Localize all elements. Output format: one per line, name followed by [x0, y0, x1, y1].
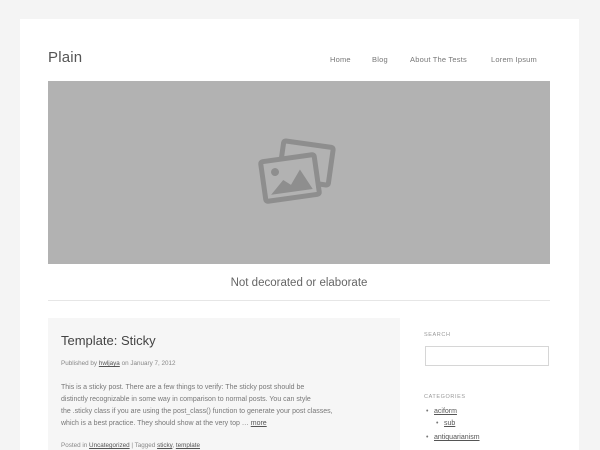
- excerpt-line: which is a best practice. They should sh…: [61, 420, 249, 427]
- category-link-sub[interactable]: sub: [444, 420, 455, 427]
- read-more-link[interactable]: more: [251, 420, 267, 427]
- excerpt-line-last: which is a best practice. They should sh…: [61, 418, 361, 430]
- post-title[interactable]: Template: Sticky: [61, 333, 156, 348]
- tagged-label: | Tagged: [131, 442, 156, 449]
- search-widget-title: SEARCH: [424, 332, 451, 338]
- sticky-post: Template: Sticky Published by hwljaya on…: [48, 318, 400, 450]
- hero-image: [48, 81, 550, 264]
- main-nav: Home Blog About The Tests Lorem Ipsum: [20, 55, 579, 67]
- nav-blog[interactable]: Blog: [372, 55, 388, 64]
- meta-published-by: Published by: [61, 360, 98, 367]
- site-tagline: Not decorated or elaborate: [230, 277, 368, 289]
- category-link[interactable]: Uncategorized: [89, 442, 130, 449]
- tag-link-template[interactable]: template: [176, 442, 200, 449]
- bullet: •: [426, 434, 429, 441]
- nav-about-the-tests[interactable]: About The Tests: [410, 55, 467, 64]
- category-link-aciform[interactable]: aciform: [434, 408, 457, 415]
- excerpt-line: This is a sticky post. There are a few t…: [61, 384, 305, 391]
- post-meta: Published by hwljaya on January 7, 2012: [61, 360, 176, 367]
- bullet: •: [426, 408, 429, 415]
- tag-link-sticky[interactable]: sticky: [157, 442, 172, 449]
- categories-widget-title: CATEGORIES: [424, 394, 466, 400]
- post-footer: Posted in Uncategorized | Tagged sticky,…: [61, 442, 200, 449]
- meta-on: on: [121, 360, 129, 367]
- category-link-antiquarianism[interactable]: antiquarianism: [434, 434, 480, 441]
- nav-lorem-ipsum[interactable]: Lorem Ipsum: [491, 55, 537, 64]
- excerpt-line: the .sticky class if you are using the p…: [61, 408, 333, 415]
- post-author-link[interactable]: hwljaya: [99, 360, 120, 367]
- category-item: • antiquarianism: [426, 434, 480, 441]
- search-input[interactable]: [425, 346, 549, 366]
- category-item: • sub: [436, 420, 455, 427]
- nav-home[interactable]: Home: [330, 55, 351, 64]
- excerpt-line: distinctly recognizable in some way in c…: [61, 396, 311, 403]
- posted-in-label: Posted in: [61, 442, 88, 449]
- page-container: Plain Home Blog About The Tests Lorem Ip…: [20, 19, 579, 450]
- post-date: January 7, 2012: [130, 360, 176, 367]
- image-placeholder-icon: [258, 138, 336, 204]
- bullet: •: [436, 420, 439, 427]
- category-item: • aciform: [426, 408, 457, 415]
- header-divider: [48, 300, 550, 301]
- post-excerpt: This is a sticky post. There are a few t…: [61, 382, 361, 430]
